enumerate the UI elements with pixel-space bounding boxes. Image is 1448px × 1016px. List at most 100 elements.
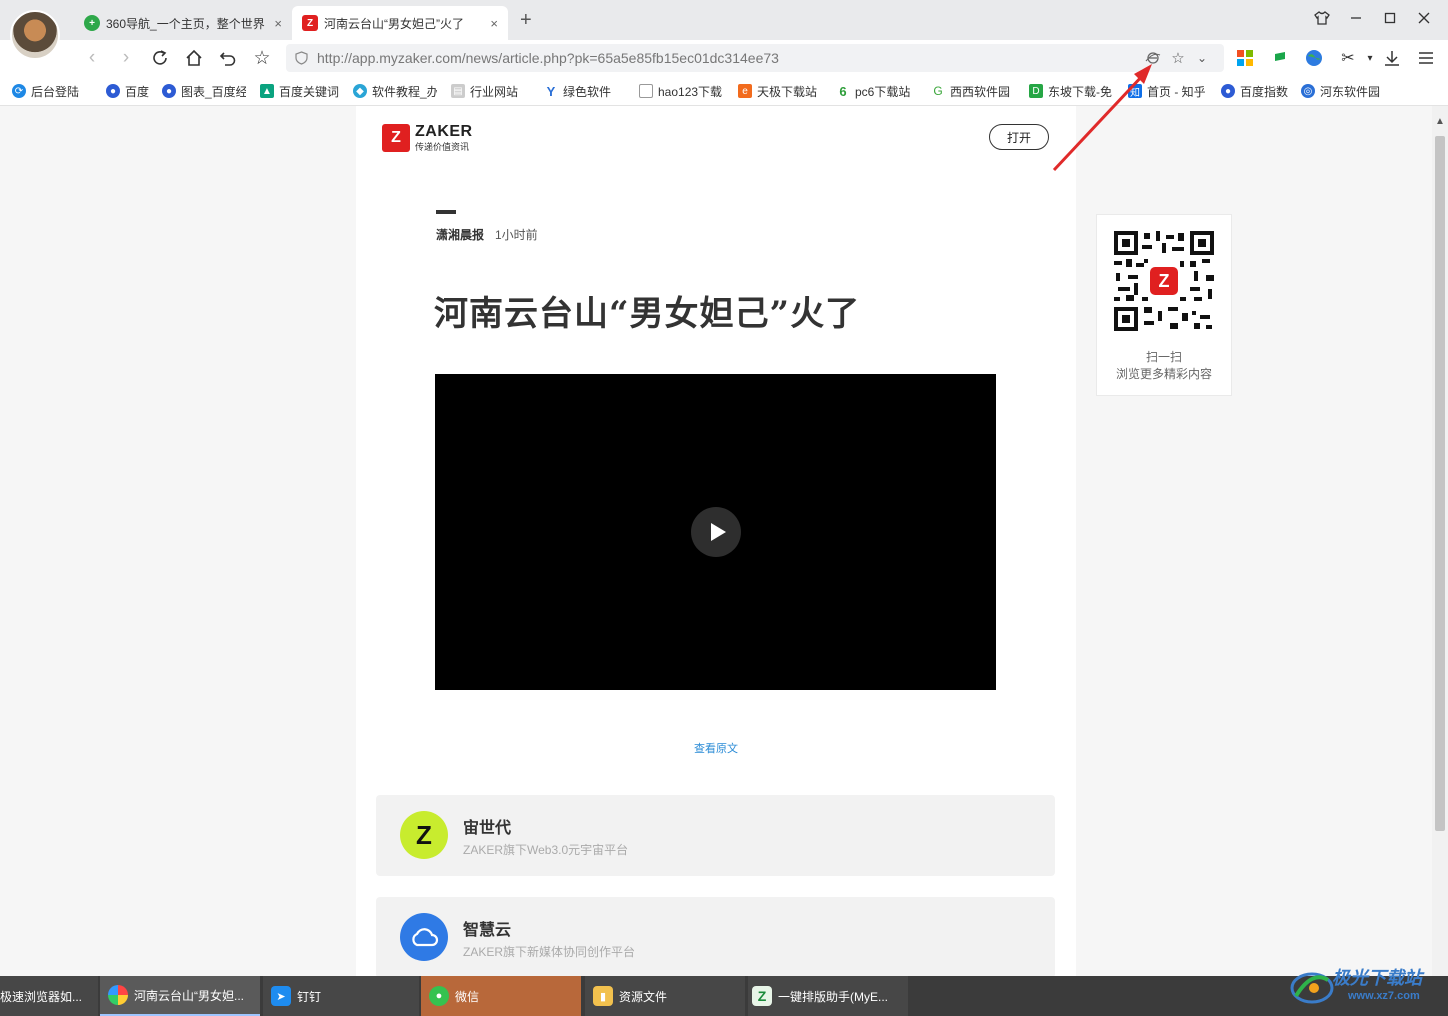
bookmark-star-icon[interactable]: ☆ <box>1169 49 1187 67</box>
bookmark-label: hao123下载 <box>658 84 723 99</box>
shirt-skin-icon[interactable] <box>1312 8 1332 28</box>
taskbar-label: 资源文件 <box>619 989 668 1004</box>
article-source: 潇湘晨报 <box>436 228 485 242</box>
dingtalk-icon: ➤ <box>271 986 291 1006</box>
menu-hamburger-icon[interactable] <box>1416 48 1436 68</box>
bookmark-item[interactable]: G 西西软件园 <box>931 82 1017 100</box>
bookmark-item[interactable]: 知首页 - 知乎 <box>1128 82 1212 100</box>
browser-color-wheel-icon <box>108 985 128 1005</box>
bookmark-favicon-icon: G <box>931 84 945 98</box>
zaker-favicon-icon: Z <box>302 15 318 31</box>
bookmark-item[interactable]: hao123下载 <box>639 82 725 100</box>
wechat-icon: ● <box>429 986 449 1006</box>
bookmark-item[interactable]: 6 pc6下载站 <box>836 82 918 100</box>
promo-icon-letter: Z <box>416 819 432 850</box>
apps-grid-icon[interactable] <box>1235 48 1255 68</box>
taskbar-item-files[interactable]: ▮ 资源文件 <box>585 976 745 1016</box>
bookmark-label: 图表_百度经 <box>181 84 246 99</box>
open-app-button[interactable]: 打开 <box>989 124 1049 150</box>
bookmark-item[interactable]: Y 绿色软件 <box>544 82 626 100</box>
baidu-paw-icon: ● <box>162 84 176 98</box>
url-text[interactable]: http://app.myzaker.com/news/article.php?… <box>317 50 779 66</box>
reload-icon[interactable] <box>148 46 172 70</box>
vertical-scrollbar[interactable]: ▲ <box>1432 106 1448 976</box>
flag-extension-icon[interactable] <box>1270 48 1290 68</box>
promo-title: 智慧云 <box>463 922 512 939</box>
tab-close-icon[interactable]: × <box>490 16 498 31</box>
brand-name: ZAKER <box>415 123 473 140</box>
bookmark-item[interactable]: ◎ 河东软件园 <box>1301 82 1385 100</box>
bookmark-favicon-icon: Y <box>544 84 558 99</box>
undo-close-tab-icon[interactable] <box>216 46 240 70</box>
bookmark-item[interactable]: ◆ 软件教程_办 <box>353 82 437 100</box>
taskbar-label: 一键排版助手(MyE... <box>778 989 888 1004</box>
bookmark-favicon-icon: ◎ <box>1301 84 1315 98</box>
tab-close-icon[interactable]: × <box>274 16 282 31</box>
taskbar-item-wechat[interactable]: ● 微信 <box>421 976 581 1016</box>
bookmark-label: 百度 <box>125 84 150 99</box>
bookmark-item[interactable]: D 东坡下载-免 <box>1029 82 1115 100</box>
taskbar-label: 微信 <box>455 989 480 1004</box>
address-bar[interactable]: http://app.myzaker.com/news/article.php?… <box>286 44 1224 72</box>
back-icon[interactable]: ‹ <box>80 46 104 70</box>
view-original-link[interactable]: 查看原文 <box>356 740 1076 756</box>
article-time: 1小时前 <box>495 228 538 242</box>
promo-card-universe[interactable]: Z 宙世代 ZAKER旗下Web3.0元宇宙平台 <box>376 795 1055 876</box>
ie-compat-mode-icon[interactable] <box>1144 49 1162 67</box>
tab-label: 河南云台山“男女妲己”火了 <box>324 16 464 31</box>
bookmark-label: 软件教程_办 <box>372 84 437 99</box>
bookmark-label: 百度指数 <box>1240 84 1289 99</box>
video-player[interactable] <box>435 374 996 690</box>
brand-slogan: 传递价值资讯 <box>415 142 470 152</box>
promo-subtitle: ZAKER旗下Web3.0元宇宙平台 <box>463 843 629 857</box>
promo-title: 宙世代 <box>463 820 512 837</box>
taskbar-item-speed-browser[interactable]: 极速浏览器如... <box>0 976 98 1016</box>
taskbar-item-layout-helper[interactable]: Z 一键排版助手(MyE... <box>748 976 908 1016</box>
bookmark-item[interactable]: ▤ 行业网站 <box>451 82 531 100</box>
bookmark-item[interactable]: ▲ 百度关键词 <box>260 82 340 100</box>
bookmark-item[interactable]: ● 百度 <box>106 82 156 100</box>
title-bar: + 360导航_一个主页，整个世界 × Z 河南云台山“男女妲己”火了 × + <box>0 0 1448 40</box>
bookmark-favicon-icon: ◆ <box>353 84 367 98</box>
tab-label: 360导航_一个主页，整个世界 <box>106 16 265 31</box>
scissors-screenshot-icon[interactable]: ✂ <box>1338 48 1358 68</box>
qr-code-icon: Z <box>1114 231 1214 331</box>
taskbar-item-browser-article[interactable]: 河南云台山“男女妲... <box>100 976 260 1016</box>
bookmark-item[interactable]: e 天极下载站 <box>738 82 822 100</box>
bookmark-item[interactable]: ● 图表_百度经 <box>162 82 246 100</box>
scrollbar-thumb[interactable] <box>1435 136 1445 831</box>
site-watermark: 极光下载站 www.xz7.com <box>1290 962 1440 1012</box>
promo-card-cloud[interactable]: 智慧云 ZAKER旗下新媒体协同创作平台 <box>376 897 1055 976</box>
os-taskbar: 极速浏览器如... 河南云台山“男女妲... ➤ 钉钉 ● 微信 ▮ 资源文件 … <box>0 976 1448 1016</box>
zaker-logo-icon[interactable]: Z <box>382 124 410 152</box>
minimize-icon[interactable] <box>1346 8 1366 28</box>
navigation-toolbar: ‹ › ☆ http://app.myzaker.com/news/articl… <box>0 40 1448 76</box>
watermark-url: www.xz7.com <box>1348 990 1420 1002</box>
layout-helper-icon: Z <box>752 986 772 1006</box>
home-icon[interactable] <box>182 46 206 70</box>
scroll-up-icon[interactable]: ▲ <box>1435 116 1445 127</box>
forward-icon[interactable]: › <box>114 46 138 70</box>
screenshot-dropdown-icon[interactable]: ▾ <box>1360 48 1380 68</box>
bookmark-item[interactable]: ⟳ 后台登陆 <box>12 82 96 100</box>
tab-360-navigation[interactable]: + 360导航_一个主页，整个世界 × <box>74 6 292 40</box>
play-icon[interactable] <box>691 507 741 557</box>
qr-caption-1: 扫一扫 <box>1145 350 1182 364</box>
security-shield-icon <box>295 51 308 65</box>
bookmark-label: 百度关键词 <box>279 84 340 99</box>
user-avatar[interactable] <box>10 10 60 60</box>
new-tab-button[interactable]: + <box>520 9 532 32</box>
qr-card: Z 扫一扫 浏览更多精彩内容 <box>1096 214 1232 396</box>
tab-article[interactable]: Z 河南云台山“男女妲己”火了 × <box>292 6 508 40</box>
maximize-icon[interactable] <box>1380 8 1400 28</box>
bookmark-item[interactable]: ● 百度指数 <box>1221 82 1295 100</box>
dropdown-chevron-icon[interactable]: ⌄ <box>1193 49 1211 67</box>
document-icon: ▤ <box>451 84 465 98</box>
close-window-icon[interactable] <box>1414 8 1434 28</box>
globe-extension-icon[interactable] <box>1304 48 1324 68</box>
favorite-star-icon[interactable]: ☆ <box>250 46 274 70</box>
taskbar-item-dingtalk[interactable]: ➤ 钉钉 <box>263 976 419 1016</box>
download-icon[interactable] <box>1382 48 1402 68</box>
bookmark-favicon-icon: e <box>738 84 752 98</box>
article-title: 河南云台山“男女妲己”火了 <box>434 294 861 334</box>
